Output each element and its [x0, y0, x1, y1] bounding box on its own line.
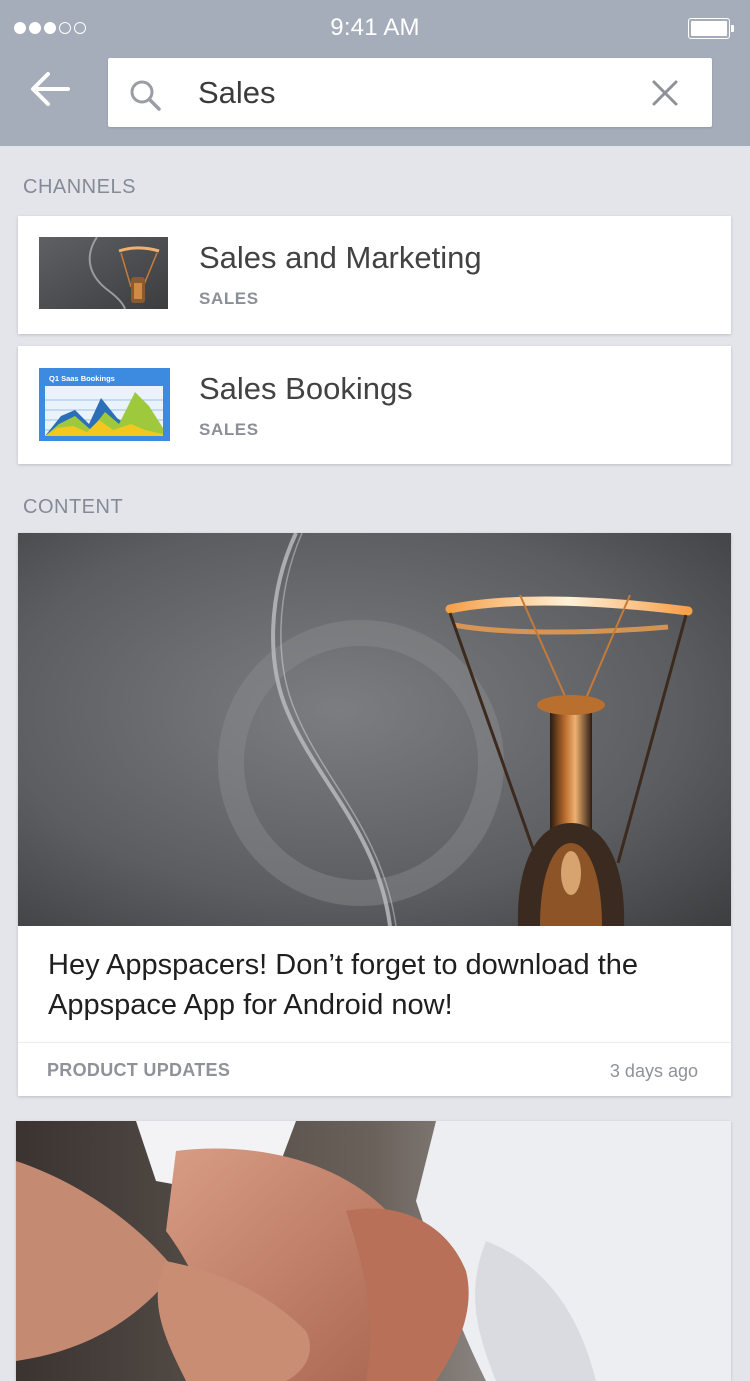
battery-icon: [688, 18, 734, 39]
content-timestamp: 3 days ago: [609, 1061, 698, 1081]
channel-card[interactable]: Sales and Marketing SALES: [18, 216, 731, 334]
channel-title: Sales Bookings: [199, 371, 413, 406]
channel-thumbnail: [39, 237, 168, 309]
channel-thumbnail: Q1 Saas Bookings: [39, 368, 170, 441]
arrow-left-icon: [31, 72, 70, 106]
top-bar: 9:41 AM: [0, 0, 750, 146]
lightbulb-image: [18, 533, 731, 926]
channel-card[interactable]: Q1 Saas Bookings Sales Bookings SALES: [18, 346, 731, 464]
content-card[interactable]: [16, 1121, 731, 1381]
content-category: PRODUCT UPDATES: [47, 1060, 231, 1080]
card-divider: [18, 1042, 731, 1043]
channel-category: SALES: [199, 420, 259, 439]
search-icon: [130, 80, 161, 111]
content-headline: Hey Appspacers! Don’t forget to download…: [48, 949, 639, 1021]
section-label-content: CONTENT: [23, 496, 124, 518]
clear-search-button[interactable]: [646, 74, 684, 112]
lightbulb-image: [39, 237, 168, 309]
section-label-channels: CHANNELS: [23, 176, 136, 198]
search-input[interactable]: [198, 68, 618, 118]
back-button[interactable]: [26, 66, 74, 114]
content-card[interactable]: Hey Appspacers! Don’t forget to download…: [18, 533, 731, 1096]
chart-image: Q1 Saas Bookings: [39, 368, 170, 441]
channel-title: Sales and Marketing: [199, 240, 482, 275]
status-time: 9:41 AM: [330, 14, 420, 41]
handshake-image: [16, 1121, 731, 1381]
close-icon: [652, 80, 678, 106]
chart-thumbnail-label: Q1 Saas Bookings: [49, 374, 115, 383]
channel-category: SALES: [199, 289, 259, 308]
content-image: [18, 533, 731, 926]
status-bar: 9:41 AM: [0, 0, 750, 56]
